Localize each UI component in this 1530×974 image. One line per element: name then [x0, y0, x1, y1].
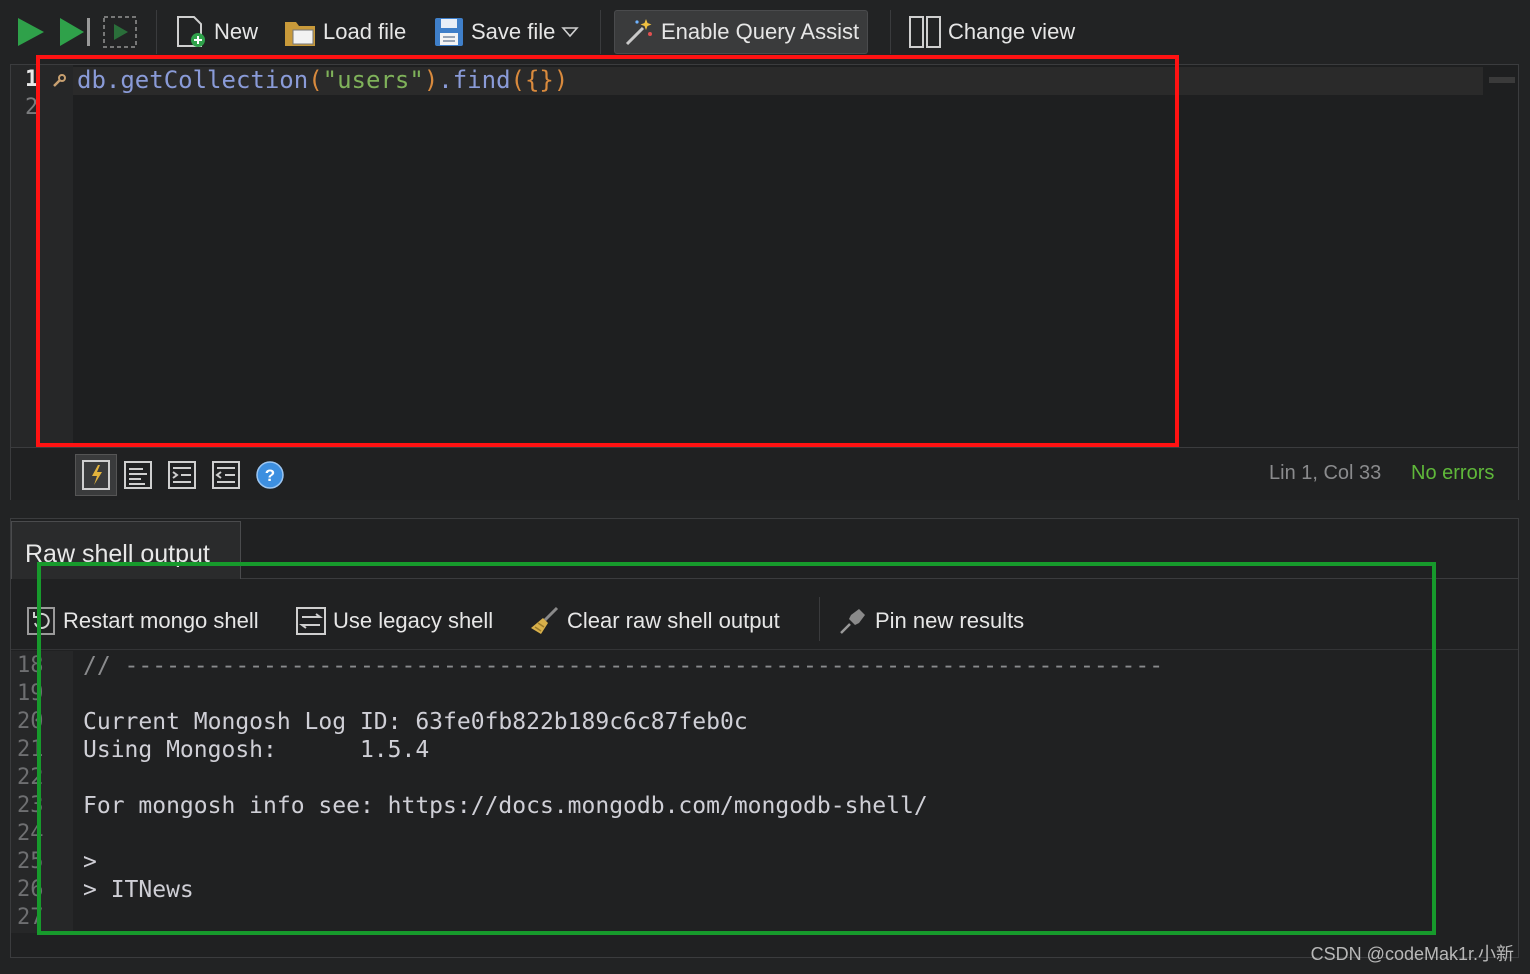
lightning-document-icon — [82, 460, 110, 490]
red-highlight-box — [36, 55, 1179, 447]
run-line-button[interactable] — [56, 10, 94, 54]
folder-icon — [285, 22, 315, 46]
save-file-label: Save file — [471, 19, 556, 44]
help-button[interactable]: ? — [255, 460, 285, 490]
run-button[interactable] — [14, 10, 46, 54]
run-selection-icon — [103, 16, 137, 48]
new-label: New — [214, 19, 259, 44]
play-icon — [18, 18, 44, 46]
cursor-position: Lin 1, Col 33 — [1269, 462, 1382, 484]
new-button[interactable]: New — [174, 10, 258, 54]
minimap-marker — [1489, 77, 1515, 83]
chevron-down-icon[interactable] — [561, 26, 580, 38]
run-selection-button[interactable] — [102, 10, 138, 54]
svg-text:?: ? — [265, 466, 275, 485]
change-view-label: Change view — [948, 19, 1076, 44]
floppy-disk-icon — [435, 18, 463, 46]
load-file-button[interactable]: Load file — [283, 10, 406, 54]
outdent-icon — [212, 461, 240, 489]
new-document-icon — [177, 16, 205, 47]
change-view-button[interactable]: Change view — [908, 10, 1075, 54]
editor-footer: ? Lin 1, Col 33 No errors — [11, 447, 1518, 500]
query-code-button[interactable] — [75, 454, 117, 496]
indent-icon — [168, 461, 196, 489]
load-file-label: Load file — [323, 19, 407, 44]
green-highlight-box — [37, 562, 1436, 935]
document-lines-icon — [124, 461, 152, 489]
enable-query-assist-button[interactable]: Enable Query Assist — [614, 10, 869, 54]
step-play-icon — [60, 18, 90, 46]
split-view-icon — [909, 16, 941, 48]
error-status: No errors — [1411, 462, 1495, 484]
watermark: CSDN @codeMak1r.小新 — [1310, 944, 1514, 964]
save-file-button[interactable]: Save file — [433, 10, 580, 54]
indent-button[interactable] — [167, 460, 197, 490]
query-assist-label: Enable Query Assist — [661, 19, 860, 44]
help-icon: ? — [256, 461, 284, 489]
format-document-button[interactable] — [123, 460, 153, 490]
magic-wand-icon — [625, 19, 652, 46]
outdent-button[interactable] — [211, 460, 241, 490]
